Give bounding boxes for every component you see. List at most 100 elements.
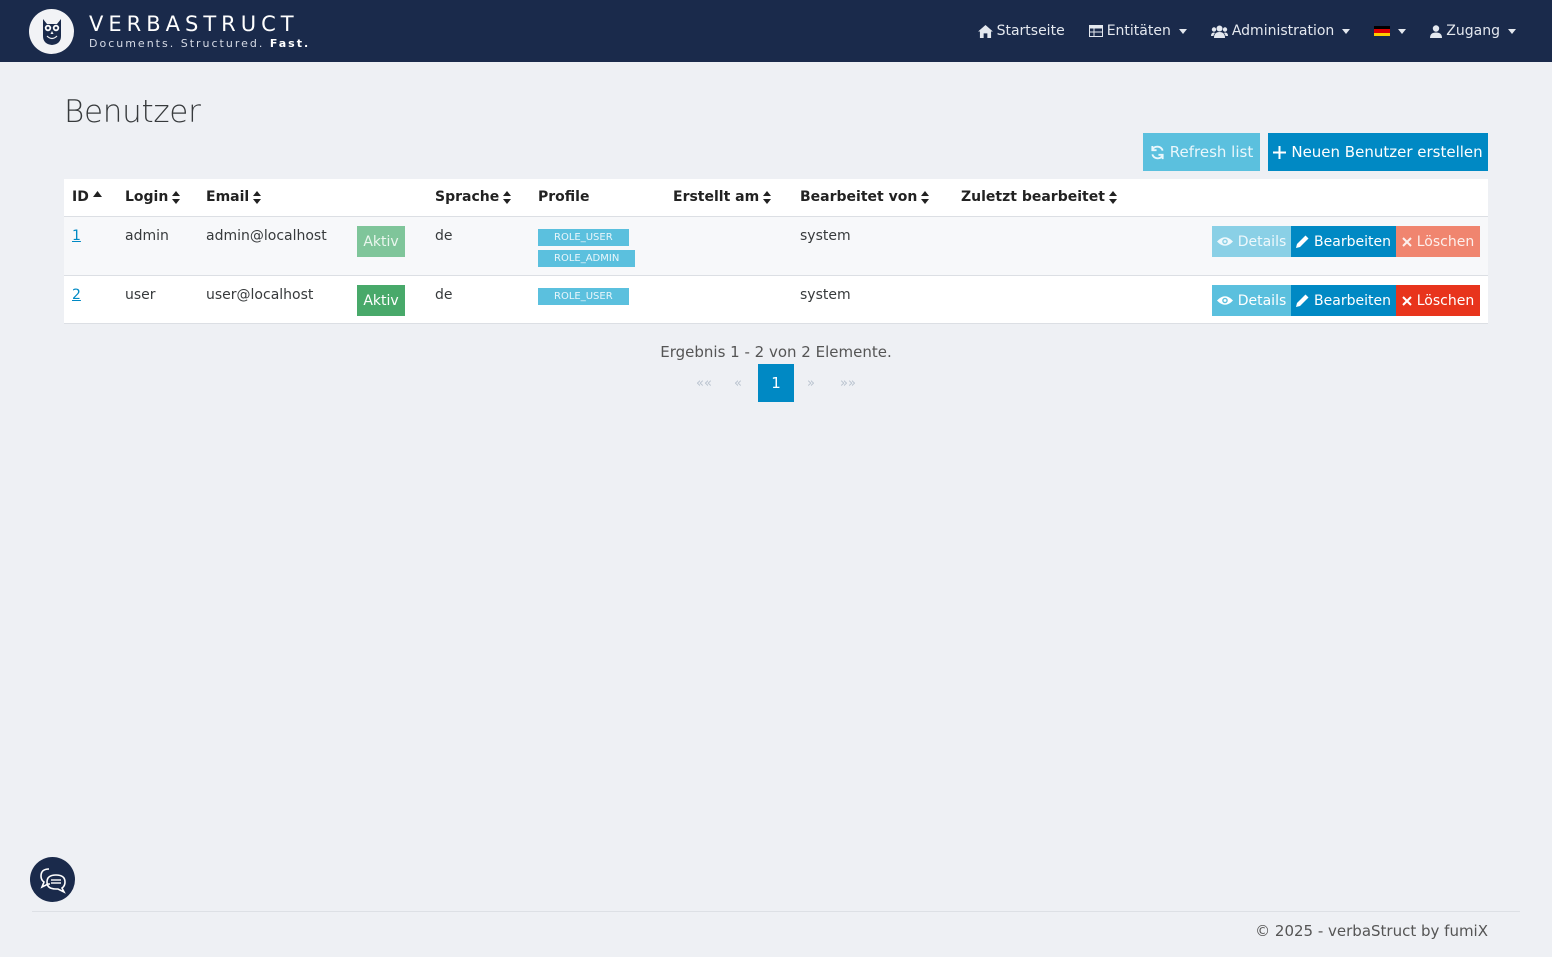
chevron-down-icon <box>1508 28 1516 34</box>
eye-icon <box>1216 237 1233 246</box>
profiles-header: Profile <box>538 189 589 205</box>
edit-label: Bearbeiten <box>1314 233 1391 250</box>
users-icon <box>1210 25 1228 38</box>
sort-icon <box>1108 190 1117 204</box>
sort-icon <box>172 190 181 204</box>
nav-entities-dropdown[interactable]: Entitäten <box>1088 23 1187 39</box>
eye-icon <box>1216 296 1233 305</box>
sort-modified-by-header[interactable]: Bearbeitet von <box>800 189 930 205</box>
edit-button[interactable]: Bearbeiten <box>1291 226 1396 257</box>
nav-home-label: Startseite <box>996 23 1065 39</box>
chevron-down-icon <box>1342 28 1351 34</box>
sort-email-header[interactable]: Email <box>206 189 262 205</box>
main-nav: Startseite Entitäten Administration Zuga… <box>954 0 1516 62</box>
user-icon <box>1430 24 1443 38</box>
nav-administration-label: Administration <box>1231 23 1335 39</box>
refresh-list-label: Refresh list <box>1169 143 1254 161</box>
sort-created-header[interactable]: Erstellt am <box>673 189 772 205</box>
role-badge: ROLE_ADMIN <box>538 250 636 267</box>
sort-icon <box>253 190 262 204</box>
login-cell: user <box>125 287 156 303</box>
status-toggle-button[interactable]: Aktiv <box>357 285 405 316</box>
delete-button[interactable]: Löschen <box>1396 226 1480 257</box>
prev-page-link[interactable]: « <box>718 364 758 402</box>
page-link-current[interactable]: 1 <box>758 364 794 402</box>
role-badge: ROLE_USER <box>538 229 629 246</box>
brand-name: VERBASTRUCT <box>89 11 299 36</box>
details-button[interactable]: Details <box>1212 285 1291 316</box>
footer-divider <box>32 911 1520 912</box>
pagination: «« « 1 » »» <box>690 364 868 402</box>
nav-account-label: Zugang <box>1446 23 1500 39</box>
refresh-list-button[interactable]: Refresh list <box>1143 133 1260 171</box>
details-button[interactable]: Details <box>1212 226 1291 257</box>
details-label: Details <box>1237 292 1287 309</box>
chat-button[interactable] <box>30 857 75 902</box>
plus-icon <box>1273 145 1287 159</box>
header-last-modified-label: Zuletzt bearbeitet <box>961 189 1105 205</box>
owl-logo-icon <box>29 8 74 54</box>
brand-link[interactable]: VERBASTRUCT Documents. Structured. Fast. <box>29 8 310 54</box>
create-user-label: Neuen Benutzer erstellen <box>1291 143 1483 161</box>
delete-button[interactable]: Löschen <box>1396 285 1480 316</box>
last-page-link[interactable]: »» <box>828 364 868 402</box>
result-count: Ergebnis 1 - 2 von 2 Elemente. <box>660 343 892 361</box>
tagline-bold: Fast. <box>269 36 311 50</box>
nav-account-dropdown[interactable]: Zugang <box>1430 23 1516 39</box>
top-navbar: VERBASTRUCT Documents. Structured. Fast.… <box>0 0 1552 62</box>
next-page-link[interactable]: » <box>794 364 828 402</box>
id-cell: 1 <box>72 228 81 244</box>
first-page-link[interactable]: «« <box>690 364 718 402</box>
language-cell: de <box>435 228 453 244</box>
sort-login-header[interactable]: Login <box>125 189 181 205</box>
header-language-label: Sprache <box>435 189 500 205</box>
edit-button[interactable]: Bearbeiten <box>1291 285 1396 316</box>
create-user-button[interactable]: Neuen Benutzer erstellen <box>1268 133 1488 171</box>
email-cell: admin@localhost <box>206 228 327 244</box>
nav-home[interactable]: Startseite <box>977 23 1065 39</box>
sort-asc-icon <box>92 191 102 197</box>
header-email-label: Email <box>206 189 250 205</box>
table-row: 2 user user@localhost Aktiv de ROLE_USER… <box>64 276 1488 324</box>
edit-label: Bearbeiten <box>1314 292 1391 309</box>
chat-icon <box>39 867 66 894</box>
nav-language-dropdown[interactable] <box>1374 25 1407 37</box>
sort-icon <box>503 190 512 204</box>
nav-administration-dropdown[interactable]: Administration <box>1210 23 1351 39</box>
close-icon <box>1402 295 1412 306</box>
sort-last-modified-header[interactable]: Zuletzt bearbeitet <box>961 189 1117 205</box>
page-title: Benutzer <box>64 94 201 130</box>
sort-icon <box>763 190 772 204</box>
flag-de-icon <box>1374 25 1391 37</box>
details-label: Details <box>1237 233 1287 250</box>
header-id-label: ID <box>72 189 89 205</box>
refresh-icon <box>1151 145 1164 159</box>
sort-language-header[interactable]: Sprache <box>435 189 512 205</box>
brand-tagline: Documents. Structured. Fast. <box>89 37 310 51</box>
users-table: ID Login Email Sprache Profile Erstellt … <box>64 179 1488 324</box>
chevron-down-icon <box>1178 28 1187 34</box>
email-cell: user@localhost <box>206 287 314 303</box>
sort-id-header[interactable]: ID <box>72 189 102 205</box>
login-cell: admin <box>125 228 169 244</box>
role-badge: ROLE_USER <box>538 288 629 305</box>
header-login-label: Login <box>125 189 169 205</box>
header-profiles-label: Profile <box>538 189 590 205</box>
table-header: ID Login Email Sprache Profile Erstellt … <box>64 179 1488 217</box>
row-actions: Details Bearbeiten Löschen <box>1212 285 1480 316</box>
sort-icon <box>921 190 930 204</box>
delete-label: Löschen <box>1416 233 1475 250</box>
table-row: 1 admin admin@localhost Aktiv de ROLE_US… <box>64 217 1488 276</box>
header-created-label: Erstellt am <box>673 189 760 205</box>
footer-copyright: © 2025 - verbaStruct by fumiX <box>1255 922 1488 940</box>
user-id-link[interactable]: 2 <box>72 287 81 303</box>
status-toggle-button[interactable]: Aktiv <box>357 226 405 257</box>
header-modified-by-label: Bearbeitet von <box>800 189 918 205</box>
modified-by-cell: system <box>800 228 851 244</box>
modified-by-cell: system <box>800 287 851 303</box>
delete-label: Löschen <box>1416 292 1475 309</box>
tagline-text: Documents. Structured. <box>89 36 265 50</box>
user-id-link[interactable]: 1 <box>72 228 81 244</box>
close-icon <box>1402 236 1412 247</box>
language-cell: de <box>435 287 453 303</box>
